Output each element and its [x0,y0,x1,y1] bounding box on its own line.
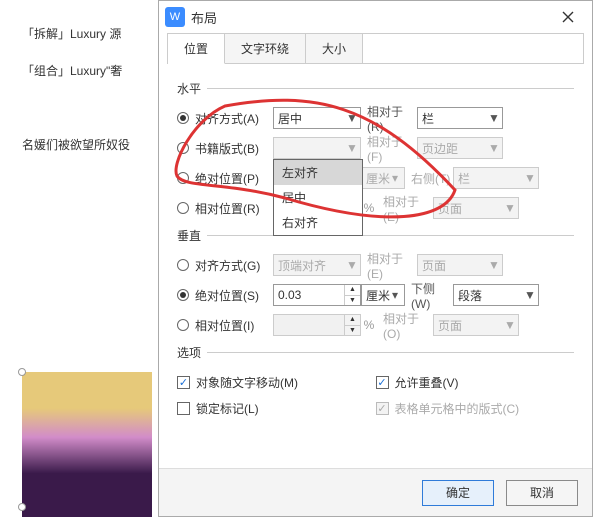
bg-text-1: 「拆解」Luxury 源 [22,25,121,42]
combo-book: ▼ [273,137,361,159]
section-horizontal: 水平 [177,80,574,97]
radio-abs-h[interactable] [177,172,189,184]
label-side-t: 右侧(T) [405,170,453,187]
titlebar: W 布局 [159,1,592,33]
step-up-icon: ▲ [344,315,360,326]
label-rel-ev: 相对于(E) [361,250,417,281]
close-icon [562,11,574,23]
radio-align-h[interactable] [177,112,189,124]
chevron-down-icon: ▼ [346,258,356,272]
step-up-icon[interactable]: ▲ [344,285,360,296]
bg-text-2: 「组合」Luxury"奢 [22,62,122,79]
bg-text-3: 名媛们被欲望所奴役 [22,136,130,153]
input-rel-v [274,315,344,335]
chevron-down-icon: ▼ [524,171,534,185]
layout-dialog: W 布局 位置 文字环绕 大小 水平 对齐方式(A) 居中▼ 相对于(R) 栏▼… [158,0,593,517]
label-side-w: 下侧(W) [405,280,453,311]
label-rel-v: 相对位置(I) [195,317,273,334]
stepper-abs-v[interactable]: ▲▼ [273,284,361,306]
radio-rel-v[interactable] [177,319,189,331]
combo-unit-v[interactable]: 厘米▾ [361,284,405,306]
option-right[interactable]: 右对齐 [274,210,362,235]
chevron-down-icon: ▾ [390,288,400,302]
combo-rel-f: 页边距▼ [417,137,503,159]
bg-image [22,372,152,517]
step-down-icon: ▼ [344,326,360,336]
label-abs-v: 绝对位置(S) [195,287,273,304]
chevron-down-icon: ▼ [504,201,514,215]
radio-book[interactable] [177,142,189,154]
section-vertical: 垂直 [177,227,574,244]
combo-rel-ev: 页面▼ [417,254,503,276]
chevron-down-icon: ▼ [488,141,498,155]
label-book: 书籍版式(B) [195,140,273,157]
app-icon: W [165,7,185,27]
check-lock-anchor[interactable] [177,402,190,415]
input-abs-v[interactable] [274,285,344,305]
label-pct: % [361,318,377,332]
dialog-title: 布局 [191,8,548,27]
ok-button[interactable]: 确定 [422,480,494,506]
combo-rel-e: 页面▼ [433,197,519,219]
chevron-down-icon: ▼ [524,288,534,302]
radio-abs-v[interactable] [177,289,189,301]
radio-rel-h[interactable] [177,202,189,214]
label-rel-h: 相对位置(R) [195,200,273,217]
option-left[interactable]: 左对齐 [274,160,362,185]
chevron-down-icon: ▾ [390,171,400,185]
combo-side-t: 栏▼ [453,167,539,189]
tab-position[interactable]: 位置 [168,34,225,64]
radio-align-v[interactable] [177,259,189,271]
close-button[interactable] [548,2,588,32]
resize-handle[interactable] [18,368,26,376]
label-align-h: 对齐方式(A) [195,110,273,127]
label-rel-o: 相对于(O) [377,310,433,341]
combo-align-h[interactable]: 居中▼ [273,107,361,129]
chevron-down-icon: ▼ [488,111,498,125]
dialog-footer: 确定 取消 [159,468,592,516]
chevron-down-icon: ▼ [346,141,356,155]
chevron-down-icon: ▼ [488,258,498,272]
combo-rel-r[interactable]: 栏▼ [417,107,503,129]
label-align-v: 对齐方式(G) [195,257,273,274]
label-pct: % [361,201,377,215]
chevron-down-icon: ▼ [504,318,514,332]
label-rel-r: 相对于(R) [361,103,417,134]
label-abs-h: 绝对位置(P) [195,170,273,187]
stepper-rel-v: ▲▼ [273,314,361,336]
combo-rel-o: 页面▼ [433,314,519,336]
step-down-icon[interactable]: ▼ [344,296,360,306]
combo-unit-h: 厘米▾ [361,167,405,189]
panel-position: 水平 对齐方式(A) 居中▼ 相对于(R) 栏▼ 书籍版式(B) ▼ 相对于(F… [159,64,592,468]
chevron-down-icon: ▼ [346,111,356,125]
cancel-button[interactable]: 取消 [506,480,578,506]
tabs: 位置 文字环绕 大小 [167,33,584,64]
check-move-with-text[interactable] [177,376,190,389]
options-grid: 对象随文字移动(M) 允许重叠(V) 锁定标记(L) 表格单元格中的版式(C) [177,369,574,421]
combo-side-w[interactable]: 段落▼ [453,284,539,306]
check-allow-overlap[interactable] [376,376,389,389]
check-table-cell [376,402,389,415]
resize-handle[interactable] [18,503,26,511]
dropdown-align-h: 左对齐 居中 右对齐 [273,159,363,236]
tab-size[interactable]: 大小 [306,34,363,63]
tab-text-wrap[interactable]: 文字环绕 [225,34,306,63]
section-options: 选项 [177,344,574,361]
combo-align-v: 顶端对齐▼ [273,254,361,276]
label-rel-f: 相对于(F) [361,133,417,164]
option-center[interactable]: 居中 [274,185,362,210]
label-rel-e: 相对于(E) [377,193,433,224]
